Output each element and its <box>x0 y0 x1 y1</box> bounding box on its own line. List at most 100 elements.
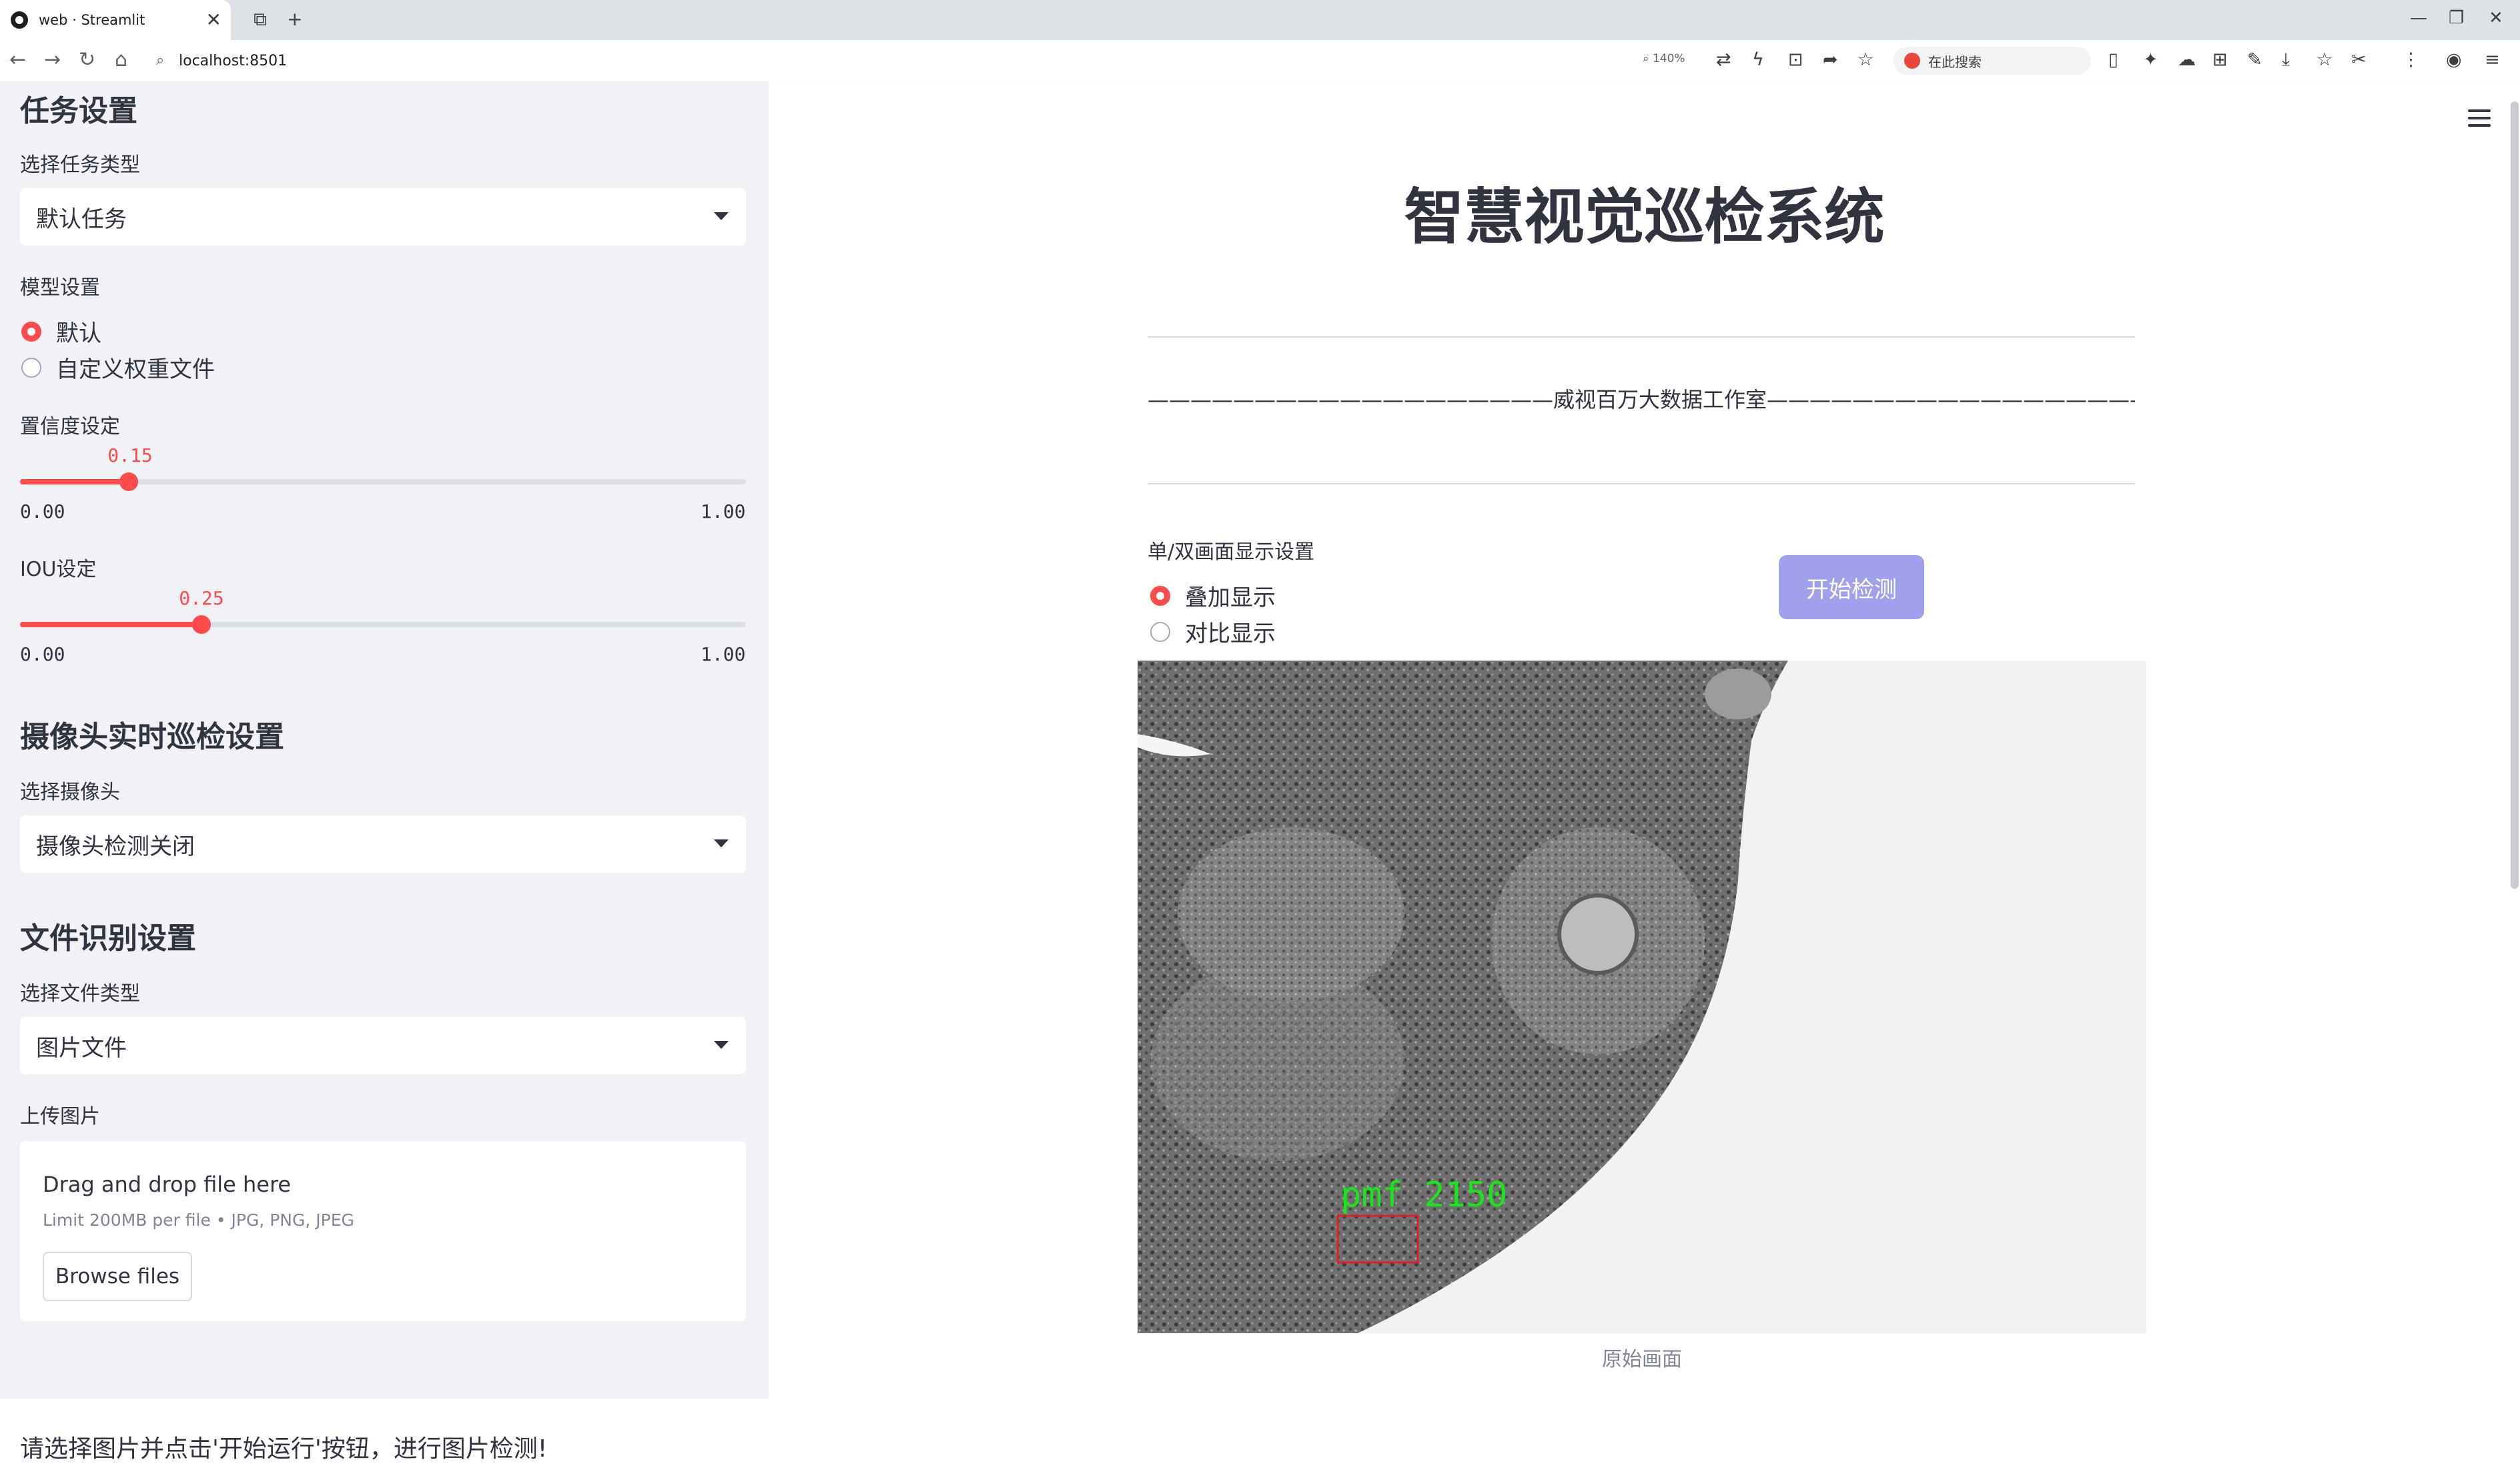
streamlit-favicon-icon <box>11 11 28 29</box>
camera-select[interactable]: 摄像头检测关闭 <box>20 815 746 873</box>
tab-groups-icon[interactable]: ⧉ <box>254 8 267 31</box>
display-radio-compare[interactable]: 对比显示 <box>1150 615 1276 648</box>
subtitle: ———————————————————威视百万大数据工作室———————————… <box>1148 387 2135 412</box>
share-icon[interactable]: ➦ <box>1823 49 1838 70</box>
hamburger-menu-icon[interactable] <box>2468 109 2491 127</box>
radio-selected-icon <box>21 321 41 342</box>
search-engine-icon <box>1904 53 1920 69</box>
browser-search-box[interactable]: 在此搜索 <box>1894 47 2091 75</box>
iou-slider[interactable] <box>20 615 746 634</box>
reload-icon[interactable]: ↻ <box>79 48 95 71</box>
extension-color-icon[interactable]: ✦ <box>2143 49 2158 70</box>
camera-section-heading: 摄像头实时巡检设置 <box>20 720 284 754</box>
extension-translate-icon[interactable]: ⊞ <box>2212 49 2228 70</box>
iou-max: 1.00 <box>701 643 746 665</box>
confidence-max: 1.00 <box>701 500 746 522</box>
upload-label: 上传图片 <box>20 1105 100 1128</box>
confidence-slider[interactable] <box>20 472 746 491</box>
file-section-heading: 文件识别设置 <box>20 922 196 956</box>
page-title: 智慧视觉巡检系统 <box>1404 182 1885 252</box>
search-placeholder: 在此搜索 <box>1928 53 1982 70</box>
profile-avatar-icon[interactable]: ◉ <box>2446 49 2462 70</box>
url-field[interactable]: ⌕ localhost:8501 <box>147 47 1641 75</box>
close-window-icon[interactable]: ✕ <box>2489 8 2503 28</box>
browser-tab-bar: web · Streamlit ✕ ⧉ + — ❐ ✕ <box>0 0 2520 40</box>
browser-address-bar: ← → ↻ ⌂ ⌕ localhost:8501 ⌕ 140% ⇄ ϟ ⊡ ➦ … <box>0 40 2520 81</box>
file-uploader-dropzone[interactable]: Drag and drop file here Limit 200MB per … <box>20 1141 746 1321</box>
file-type-value: 图片文件 <box>36 1034 127 1062</box>
scissors-icon[interactable]: ✂ <box>2351 49 2367 70</box>
favorites-icon[interactable]: ☆ <box>2317 49 2333 70</box>
new-tab-icon[interactable]: + <box>287 8 302 30</box>
download-icon[interactable]: ⤓ <box>2282 49 2290 71</box>
task-type-value: 默认任务 <box>36 206 127 233</box>
iou-min: 0.00 <box>20 643 65 665</box>
bookmark-star-icon[interactable]: ☆ <box>1857 49 1873 70</box>
bolt-icon[interactable]: ϟ <box>1752 49 1764 70</box>
display-radio-overlay[interactable]: 叠加显示 <box>1150 579 1276 612</box>
radio-label: 对比显示 <box>1185 621 1276 647</box>
image-caption: 原始画面 <box>1602 1348 1682 1371</box>
extension-cloud-icon[interactable]: ☁ <box>2178 49 2196 70</box>
iou-label: IOU设定 <box>20 558 97 581</box>
confidence-min: 0.00 <box>20 500 65 522</box>
chevron-down-icon <box>714 1041 729 1049</box>
radio-selected-icon <box>1150 585 1170 606</box>
slider-fill <box>20 479 129 484</box>
forward-icon[interactable]: → <box>44 48 61 71</box>
translate-icon[interactable]: ⇄ <box>1716 49 1731 70</box>
camera-value: 摄像头检测关闭 <box>36 833 195 860</box>
browser-menu-icon[interactable]: ≡ <box>2485 49 2500 70</box>
confidence-slider-thumb[interactable] <box>119 472 138 491</box>
start-detection-button[interactable]: 开始检测 <box>1779 555 1924 619</box>
upload-limit: Limit 200MB per file • JPG, PNG, JPEG <box>43 1210 354 1230</box>
minimize-icon[interactable]: — <box>2410 8 2427 28</box>
home-icon[interactable]: ⌂ <box>115 48 127 71</box>
task-type-select[interactable]: 默认任务 <box>20 188 746 246</box>
task-type-label: 选择任务类型 <box>20 153 140 177</box>
zoom-indicator[interactable]: ⌕ 140% <box>1643 52 1685 65</box>
camera-label: 选择摄像头 <box>20 781 120 804</box>
divider <box>1148 483 2135 484</box>
radio-label: 自定义权重文件 <box>56 356 215 383</box>
main-content: 智慧视觉巡检系统 ———————————————————威视百万大数据工作室——… <box>769 81 2520 1399</box>
sidebar-note: 请选择图片并点击'开始运行'按钮，进行图片检测! <box>20 1435 548 1463</box>
sidebar: 任务设置 选择任务类型 默认任务 模型设置 默认 自定义权重文件 置信度设定 0… <box>0 81 769 1463</box>
radio-unselected-icon <box>21 357 41 378</box>
iou-value: 0.25 <box>179 587 224 609</box>
task-section-heading: 任务设置 <box>20 94 137 128</box>
screenshot-icon[interactable]: ⊡ <box>1788 49 1803 70</box>
slider-fill <box>20 622 201 627</box>
menu-dots-icon[interactable]: ⋮ <box>2402 49 2420 70</box>
extension-pen-icon[interactable]: ✎ <box>2247 49 2262 70</box>
confidence-label: 置信度设定 <box>20 415 120 438</box>
detection-image: pmf 2150 <box>1138 661 2146 1333</box>
file-type-label: 选择文件类型 <box>20 982 140 1006</box>
zoom-level: 140% <box>1652 52 1685 65</box>
upload-title: Drag and drop file here <box>43 1172 292 1197</box>
tissue-image: pmf 2150 <box>1138 661 2146 1333</box>
browse-files-button[interactable]: Browse files <box>43 1252 192 1301</box>
chevron-down-icon <box>714 212 729 220</box>
chevron-down-icon <box>714 839 729 847</box>
model-radio-default[interactable]: 默认 <box>21 315 101 348</box>
restore-icon[interactable]: ❐ <box>2449 8 2464 28</box>
detection-label: pmf 2150 <box>1340 1175 1507 1215</box>
close-tab-icon[interactable]: ✕ <box>206 9 222 31</box>
radio-label: 叠加显示 <box>1185 585 1276 611</box>
tab-title: web · Streamlit <box>39 12 145 28</box>
back-icon[interactable]: ← <box>9 48 26 71</box>
url-text: localhost:8501 <box>179 52 288 69</box>
radio-unselected-icon <box>1150 621 1170 642</box>
confidence-value: 0.15 <box>107 444 153 466</box>
radio-label: 默认 <box>56 320 101 347</box>
model-radio-custom[interactable]: 自定义权重文件 <box>21 351 215 384</box>
model-label: 模型设置 <box>20 276 100 300</box>
phone-icon[interactable]: ▯ <box>2108 49 2118 70</box>
site-info-icon[interactable]: ⌕ <box>156 52 164 69</box>
browser-tab[interactable]: web · Streamlit ✕ <box>0 0 231 40</box>
file-type-select[interactable]: 图片文件 <box>20 1017 746 1074</box>
divider <box>1148 336 2135 338</box>
display-mode-label: 单/双画面显示设置 <box>1148 540 1315 564</box>
iou-slider-thumb[interactable] <box>192 615 211 634</box>
